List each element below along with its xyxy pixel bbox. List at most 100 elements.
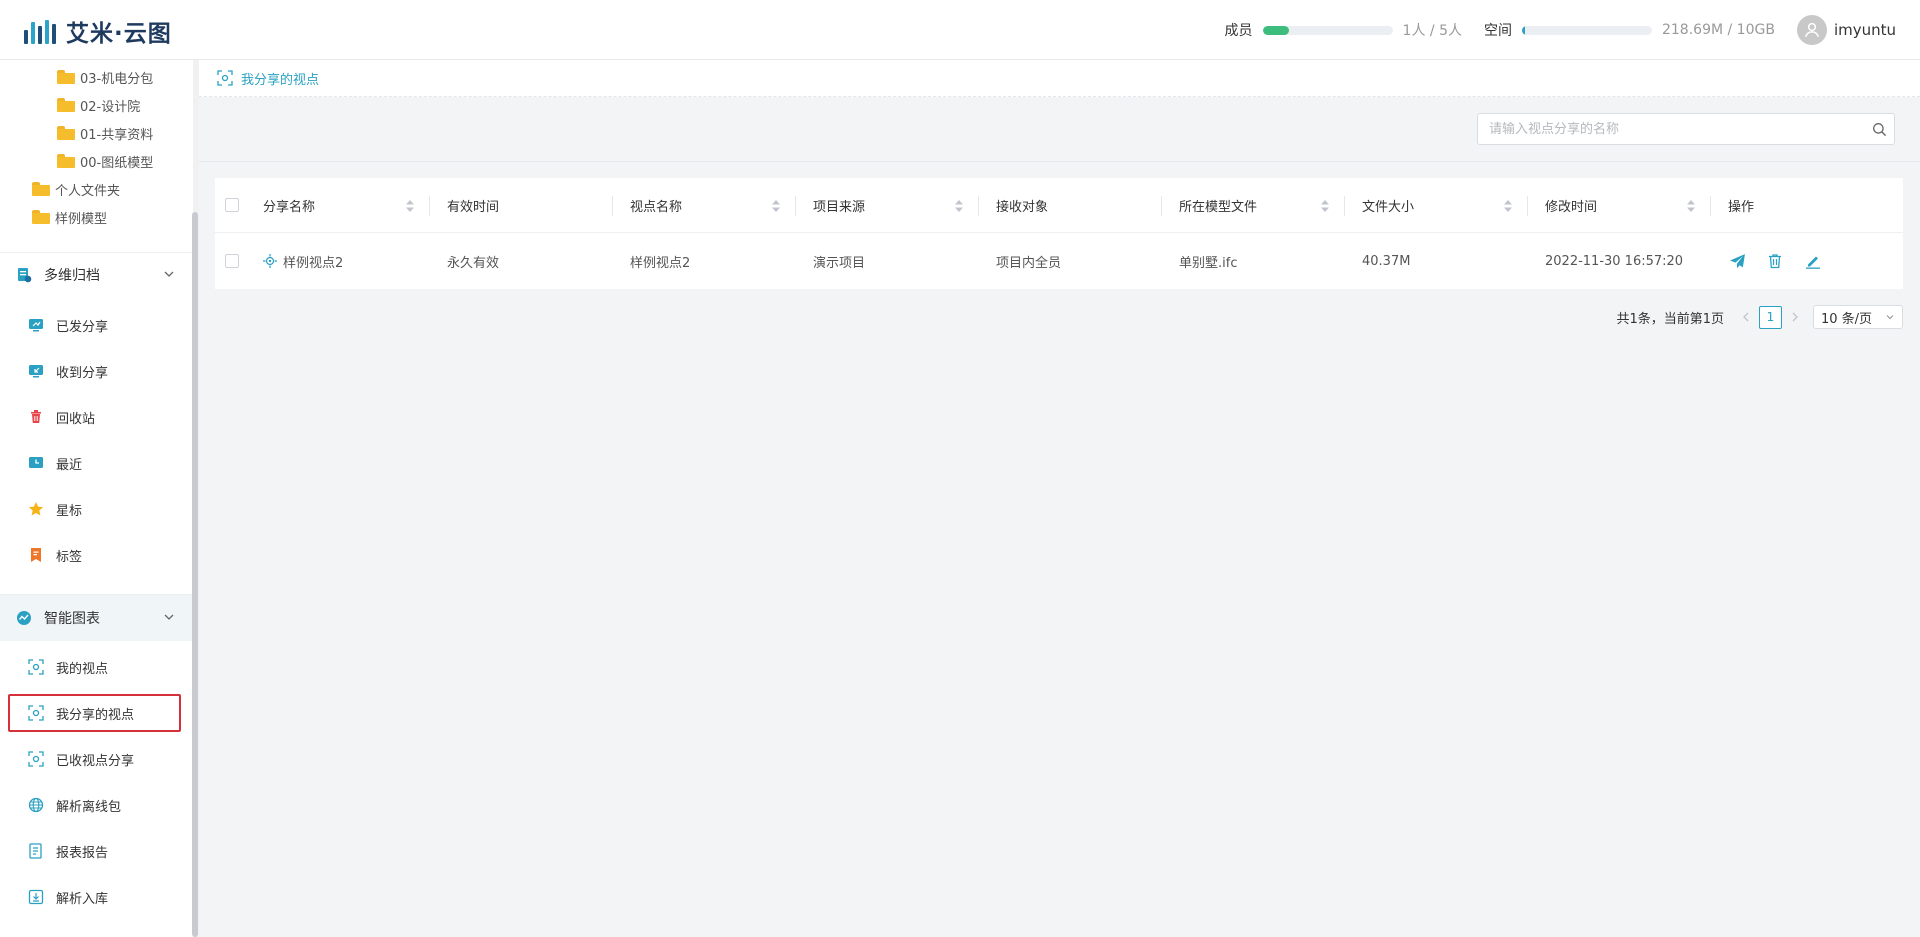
sidebar-item-my-viewpoints[interactable]: 我的视点 <box>8 648 181 686</box>
header-checkbox-cell <box>215 178 247 232</box>
tree-folder-label: 03-机电分包 <box>80 71 154 87</box>
cell-model-file: 单别墅.ifc <box>1179 255 1238 271</box>
globe-icon <box>28 797 44 813</box>
column-header-label: 分享名称 <box>263 199 316 215</box>
app-logo[interactable]: 艾米·云图 <box>24 14 172 48</box>
sidebar-item-label: 星标 <box>56 503 83 519</box>
tree-folder-label: 01-共享资料 <box>80 127 154 143</box>
row-checkbox[interactable] <box>225 254 239 268</box>
column-header-share-name[interactable]: 分享名称 <box>247 178 430 232</box>
tree-folder[interactable]: 03-机电分包 <box>57 66 153 88</box>
cell-file-size: 40.37M <box>1362 253 1411 269</box>
space-label: 空间 <box>1483 23 1512 39</box>
group-label: 智能图表 <box>44 611 100 627</box>
sidebar-scrollbar[interactable] <box>192 212 198 937</box>
sidebar-item-import[interactable]: 解析入库 <box>8 878 181 916</box>
delete-icon[interactable] <box>1766 252 1784 270</box>
cell-modified: 2022-11-30 16:57:20 <box>1545 253 1684 269</box>
top-header: 艾米·云图 成员 1人 / 5人 空间 218.69M / 10GB imyun… <box>0 0 1920 60</box>
search-box <box>1477 113 1895 145</box>
logo-mark-icon <box>24 18 56 44</box>
recent-icon <box>28 455 44 471</box>
cell-receiver: 项目内全员 <box>996 255 1062 271</box>
tree-folder[interactable]: 01-共享资料 <box>57 122 153 144</box>
sidebar-item-trash[interactable]: 回收站 <box>8 398 181 436</box>
group-label: 多维归档 <box>44 268 100 284</box>
header-status: 成员 1人 / 5人 空间 218.69M / 10GB imyuntu <box>1225 0 1896 60</box>
group-header-smart-charts[interactable]: 智能图表 <box>0 595 193 641</box>
next-page-icon[interactable] <box>1785 305 1805 329</box>
page-number[interactable]: 1 <box>1759 305 1782 329</box>
sort-icon[interactable] <box>1321 200 1329 212</box>
breadcrumb-label[interactable]: 我分享的视点 <box>241 69 319 88</box>
cell-valid-time: 永久有效 <box>447 255 500 271</box>
send-icon[interactable] <box>1728 252 1746 270</box>
space-progress <box>1521 25 1652 35</box>
shared-viewpoints-table: 分享名称 有效时间 视点名称 项目来源 接收对象 所在模型文件 文件大小 修改时… <box>215 178 1903 289</box>
sort-icon[interactable] <box>406 200 414 212</box>
sidebar-item-star[interactable]: 星标 <box>8 490 181 528</box>
sidebar-item-label: 解析离线包 <box>56 799 122 815</box>
column-header-file-size[interactable]: 文件大小 <box>1345 178 1528 232</box>
column-header-view-name[interactable]: 视点名称 <box>613 178 796 232</box>
chevron-down-icon <box>164 271 174 277</box>
sidebar-item-recent[interactable]: 最近 <box>8 444 181 482</box>
star-icon <box>28 501 44 517</box>
chart-icon <box>16 610 32 626</box>
column-header-label: 操作 <box>1728 199 1755 215</box>
sidebar-item-share-received[interactable]: 收到分享 <box>8 352 181 390</box>
group-header-archive[interactable]: 多维归档 <box>0 252 193 298</box>
select-all-checkbox[interactable] <box>225 198 239 212</box>
sidebar-item-label: 已收视点分享 <box>56 753 135 769</box>
sidebar-item-shared-viewpoints[interactable]: 我分享的视点 <box>8 694 181 732</box>
column-header-model-file[interactable]: 所在模型文件 <box>1162 178 1345 232</box>
edit-icon[interactable] <box>1804 252 1822 270</box>
column-header-receiver: 接收对象 <box>979 178 1162 232</box>
sidebar-item-label: 报表报告 <box>56 845 109 861</box>
column-header-project[interactable]: 项目来源 <box>796 178 979 232</box>
search-icon[interactable] <box>1864 114 1894 144</box>
sort-icon[interactable] <box>1687 200 1695 212</box>
sort-icon[interactable] <box>772 200 780 212</box>
viewpoint-icon <box>28 705 44 721</box>
tree-folder-label: 00-图纸模型 <box>80 155 154 171</box>
column-header-label: 所在模型文件 <box>1179 199 1258 215</box>
column-header-label: 文件大小 <box>1362 199 1415 215</box>
sidebar-item-offline-package[interactable]: 解析离线包 <box>8 786 181 824</box>
members-label: 成员 <box>1224 23 1253 39</box>
cell-share-name[interactable]: 样例视点2 <box>247 233 430 289</box>
column-header-label: 修改时间 <box>1545 199 1598 215</box>
sidebar-item-received-viewpoints[interactable]: 已收视点分享 <box>8 740 181 778</box>
sidebar-item-reports[interactable]: 报表报告 <box>8 832 181 870</box>
tree-folder[interactable]: 02-设计院 <box>57 94 140 116</box>
page-size-select[interactable]: 10 条/页 <box>1813 305 1903 329</box>
tree-folder-label: 样例模型 <box>55 211 108 227</box>
column-header-actions: 操作 <box>1711 178 1903 232</box>
column-header-modified[interactable]: 修改时间 <box>1528 178 1711 232</box>
sidebar-item-share-sent[interactable]: 已发分享 <box>8 306 181 344</box>
avatar[interactable] <box>1796 15 1827 45</box>
sidebar-item-label: 已发分享 <box>56 319 109 335</box>
sort-icon[interactable] <box>1504 200 1512 212</box>
sort-icon[interactable] <box>955 200 963 212</box>
tree-folder[interactable]: 00-图纸模型 <box>57 150 153 172</box>
cell-project: 演示项目 <box>813 255 866 271</box>
column-header-label: 接收对象 <box>996 199 1049 215</box>
main-content: 我分享的视点 分享名称 有效时间 视点名称 项目来源 接收对象 所在模型文件 文… <box>199 60 1920 937</box>
sidebar-item-label: 最近 <box>56 457 83 473</box>
table-row[interactable]: 样例视点2 永久有效 样例视点2 演示项目 项目内全员 单别墅.ifc 40.3… <box>215 233 1903 289</box>
username[interactable]: imyuntu <box>1834 21 1896 39</box>
search-input[interactable] <box>1478 114 1864 144</box>
tree-folder[interactable]: 个人文件夹 <box>32 178 120 200</box>
prev-page-icon[interactable] <box>1736 305 1756 329</box>
pagination-summary: 共1条，当前第1页 <box>1616 311 1724 327</box>
sidebar-item-tag[interactable]: 标签 <box>8 536 181 574</box>
tree-folder[interactable]: 样例模型 <box>32 206 107 228</box>
folder-icon <box>32 210 50 224</box>
share-name-text: 样例视点2 <box>283 255 344 271</box>
archive-icon <box>16 267 32 283</box>
viewpoint-icon <box>28 659 44 675</box>
sidebar-item-label: 标签 <box>56 549 83 565</box>
members-progress-fill <box>1262 25 1289 35</box>
viewpoint-icon <box>217 70 233 86</box>
